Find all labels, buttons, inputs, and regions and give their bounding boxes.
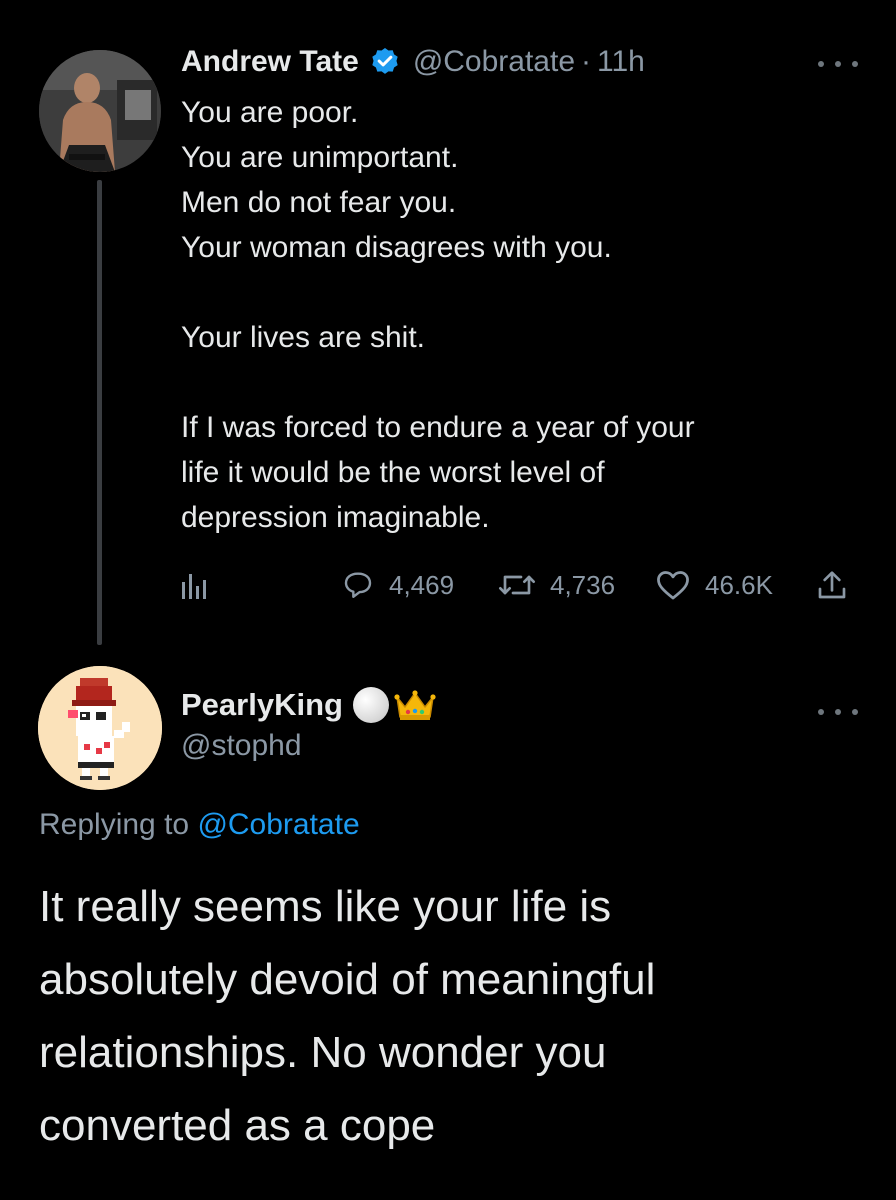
author-avatar[interactable] — [39, 50, 161, 172]
retweet-count: 4,736 — [550, 569, 616, 600]
tweet-line: depression imaginable. — [181, 501, 490, 534]
tweet-header: Andrew Tate @Cobratate · 11h — [181, 42, 645, 82]
retweet-button[interactable]: 4,736 — [498, 560, 615, 610]
tweet-line: If I was forced to endure a year of your — [181, 411, 695, 444]
crown-icon — [393, 687, 437, 723]
thread-connector-line — [97, 180, 102, 645]
tweet-timestamp[interactable]: 11h — [597, 45, 645, 79]
avatar-photo-icon — [39, 50, 161, 172]
header-separator: · — [581, 45, 592, 78]
reply-icon — [344, 572, 372, 598]
tweet-line — [181, 360, 841, 405]
reply-line: converted as a cope — [39, 1101, 436, 1150]
reply-author-avatar[interactable] — [38, 666, 162, 790]
reply-line: absolutely devoid of meaningful — [39, 955, 656, 1004]
author-handle[interactable]: @Cobratate — [413, 45, 575, 79]
tweet-text: You are poor. You are unimportant. Men d… — [181, 90, 841, 540]
reply-more-options-icon[interactable] — [818, 700, 858, 724]
analytics-icon — [182, 574, 206, 599]
reply-header: PearlyKing @stophd — [181, 684, 437, 766]
tweet-line: You are unimportant. — [181, 141, 459, 174]
tweet-line — [181, 270, 841, 315]
reply-name-row: PearlyKing — [181, 684, 437, 726]
share-icon — [818, 571, 846, 599]
replying-to-line: Replying to @Cobratate — [39, 808, 360, 842]
retweet-icon — [499, 575, 535, 595]
analytics-button[interactable] — [181, 560, 207, 610]
reply-text: It really seems like your life is absolu… — [39, 870, 879, 1162]
white-circle-icon — [352, 687, 389, 723]
like-button[interactable]: 46.6K — [655, 560, 773, 610]
reply-author-handle[interactable]: @stophd — [181, 726, 437, 766]
share-button[interactable] — [817, 560, 847, 610]
author-name[interactable]: Andrew Tate — [181, 45, 359, 79]
tweet-action-bar: 4,469 4,736 46.6K — [181, 560, 851, 610]
replying-to-label: Replying to — [39, 808, 190, 841]
reply-count: 4,469 — [389, 569, 455, 600]
tweet-line: life it would be the worst level of — [181, 456, 605, 489]
reply-line: It really seems like your life is — [39, 882, 612, 931]
tweet-line: Men do not fear you. — [181, 186, 457, 219]
more-options-icon[interactable] — [818, 52, 858, 76]
tweet-line: Your lives are shit. — [181, 321, 426, 354]
reply-tweet[interactable]: PearlyKing @stophd Replying to @Cobratat… — [0, 660, 896, 1200]
reply-button[interactable]: 4,469 — [341, 560, 454, 610]
tweet-line: Your woman disagrees with you. — [181, 231, 612, 264]
heart-icon — [657, 571, 689, 600]
reply-author-name[interactable]: PearlyKing — [181, 687, 343, 723]
pixel-art-avatar-icon — [38, 666, 162, 790]
like-count: 46.6K — [705, 569, 773, 600]
reply-line: relationships. No wonder you — [39, 1028, 607, 1077]
tweet-line: You are poor. — [181, 96, 359, 129]
verified-badge-icon — [369, 46, 401, 78]
replying-to-mention[interactable]: @Cobratate — [197, 808, 359, 841]
original-tweet[interactable]: Andrew Tate @Cobratate · 11h You are poo… — [0, 0, 896, 660]
